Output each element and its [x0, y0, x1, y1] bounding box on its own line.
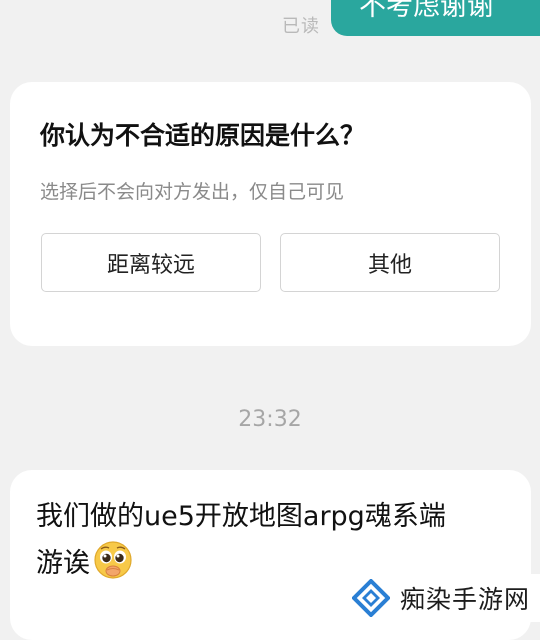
- survey-title: 你认为不合适的原因是什么？: [40, 121, 366, 150]
- diamond-logo-icon: [351, 578, 391, 618]
- option-distance-button[interactable]: 距离较远: [41, 233, 261, 292]
- pleading-face-icon: [93, 540, 133, 580]
- incoming-message-line-2-row: 游诶: [36, 540, 133, 580]
- option-other-button[interactable]: 其他: [280, 233, 500, 292]
- reason-survey-card: 你认为不合适的原因是什么？ 选择后不会向对方发出，仅自己可见 距离较远 其他: [10, 82, 531, 346]
- incoming-message-line-2: 游诶: [36, 547, 90, 579]
- message-timestamp: 23:32: [238, 407, 302, 432]
- survey-subtitle: 选择后不会向对方发出，仅自己可见: [40, 181, 345, 203]
- incoming-message-line-1: 我们做的ue5开放地图arpg魂系端: [36, 501, 446, 532]
- site-watermark: 痴染手游网: [348, 574, 540, 622]
- sent-message-bubble[interactable]: 不考虑谢谢: [331, 0, 540, 36]
- read-status: 已读: [282, 16, 320, 37]
- watermark-text: 痴染手游网: [400, 585, 531, 614]
- chat-screen: 已读 不考虑谢谢 你认为不合适的原因是什么？ 选择后不会向对方发出，仅自己可见 …: [0, 0, 540, 640]
